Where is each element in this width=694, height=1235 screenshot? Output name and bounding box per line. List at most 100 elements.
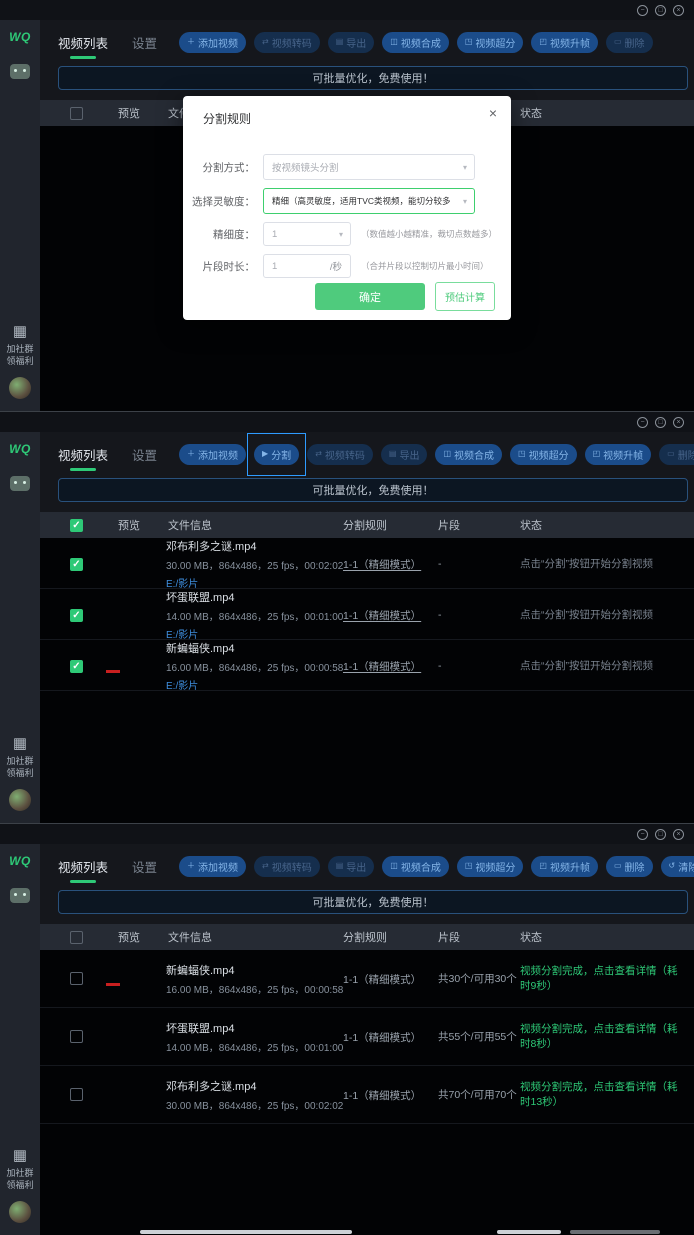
header-segments: 片段 xyxy=(438,517,520,533)
app-window-2: − □ × WQ ▦ 加社群领福利 视频列表 设置 ＋添加视频 ▶分割 ⇄视频转… xyxy=(0,411,694,823)
video-superres-button[interactable]: ◳视频超分 xyxy=(457,856,524,877)
transcode-button[interactable]: ⇄视频转码 xyxy=(307,444,373,465)
video-upframe-button[interactable]: ◰视频升帧 xyxy=(531,856,598,877)
delete-button[interactable]: ▭删除 xyxy=(659,444,694,465)
maximize-icon[interactable]: □ xyxy=(655,5,666,16)
video-upframe-button[interactable]: ◰视频升帧 xyxy=(531,32,598,53)
row-checkbox[interactable]: ✓ xyxy=(70,558,83,571)
robot-icon[interactable] xyxy=(10,64,30,79)
header-preview: 预览 xyxy=(102,929,166,945)
table-row[interactable]: ✓ 新蝙蝠侠.mp4 16.00 MB，864x486，25 fps，00:00… xyxy=(40,640,694,691)
select-all-checkbox[interactable] xyxy=(70,107,83,120)
qr-code-icon[interactable]: ▦ xyxy=(13,1148,27,1163)
qr-code-icon[interactable]: ▦ xyxy=(13,736,27,751)
table-row[interactable]: 新蝙蝠侠.mp4 16.00 MB，864x486，25 fps，00:00:5… xyxy=(40,950,694,1008)
table-row[interactable]: 坏蛋联盟.mp4 14.00 MB，864x486，25 fps，00:01:0… xyxy=(40,1008,694,1066)
video-compose-button[interactable]: ◫视频合成 xyxy=(382,856,449,877)
clear-records-button[interactable]: ↺清除所有记录 xyxy=(661,856,694,877)
video-upframe-button[interactable]: ◰视频升帧 xyxy=(585,444,652,465)
maximize-icon[interactable]: □ xyxy=(655,829,666,840)
tab-video-list[interactable]: 视频列表 xyxy=(58,33,108,52)
table-row[interactable]: ✓ 邓布利多之谜.mp4 30.00 MB，864x486，25 fps，00:… xyxy=(40,538,694,589)
community-label[interactable]: 加社群领福利 xyxy=(6,755,33,779)
split-button[interactable]: ▶分割 xyxy=(254,444,299,465)
split-method-select[interactable]: 按视频镜头分割 ▾ xyxy=(263,154,475,180)
export-button[interactable]: ▤导出 xyxy=(328,856,375,877)
estimate-button[interactable]: 预估计算 xyxy=(435,282,495,311)
row-checkbox[interactable] xyxy=(70,1030,83,1043)
promo-banner: 可批量优化，免费使用！ xyxy=(58,890,688,914)
split-rule-link[interactable]: 1-1（精细模式） xyxy=(343,661,421,673)
video-superres-button[interactable]: ◳视频超分 xyxy=(457,32,524,53)
close-icon[interactable]: × xyxy=(673,5,684,16)
segment-duration-input[interactable]: 1 /秒 xyxy=(263,254,351,278)
select-all-checkbox[interactable]: ✓ xyxy=(70,519,83,532)
split-rule-link[interactable]: 1-1（精细模式） xyxy=(343,610,421,622)
sidebar: WQ ▦ 加社群领福利 xyxy=(0,844,40,1235)
table-row[interactable]: ✓ 坏蛋联盟.mp4 14.00 MB，864x486，25 fps，00:01… xyxy=(40,589,694,640)
video-compose-button[interactable]: ◫视频合成 xyxy=(382,32,449,53)
video-compose-button[interactable]: ◫视频合成 xyxy=(435,444,502,465)
confirm-button[interactable]: 确定 xyxy=(315,283,425,310)
community-label[interactable]: 加社群领福利 xyxy=(6,1167,33,1191)
add-video-button[interactable]: ＋添加视频 xyxy=(179,856,246,877)
avatar[interactable] xyxy=(9,1201,31,1223)
tab-video-list[interactable]: 视频列表 xyxy=(58,857,108,876)
tab-settings[interactable]: 设置 xyxy=(132,857,157,876)
tab-video-list[interactable]: 视频列表 xyxy=(58,445,108,464)
tab-settings[interactable]: 设置 xyxy=(132,33,157,52)
transcode-button[interactable]: ⇄视频转码 xyxy=(254,32,320,53)
file-path-link[interactable]: E:/影片 xyxy=(166,626,343,641)
close-icon[interactable]: × xyxy=(673,417,684,428)
dialog-title: 分割规则 xyxy=(203,110,251,127)
trash-icon: ▭ xyxy=(614,38,622,46)
delete-button[interactable]: ▭删除 xyxy=(606,32,653,53)
tab-settings[interactable]: 设置 xyxy=(132,445,157,464)
row-checkbox[interactable]: ✓ xyxy=(70,660,83,673)
row-checkbox[interactable] xyxy=(70,972,83,985)
export-icon: ▤ xyxy=(336,38,344,46)
video-superres-button[interactable]: ◳视频超分 xyxy=(510,444,577,465)
close-icon[interactable]: × xyxy=(673,829,684,840)
header-preview: 预览 xyxy=(102,517,166,533)
avatar[interactable] xyxy=(9,789,31,811)
promo-banner: 可批量优化，免费使用！ xyxy=(58,478,688,502)
video-table: ✓ 邓布利多之谜.mp4 30.00 MB，864x486，25 fps，00:… xyxy=(40,538,694,823)
qr-code-icon[interactable]: ▦ xyxy=(13,324,27,339)
status-text[interactable]: 视频分割完成，点击查看详情（耗时13秒） xyxy=(520,1080,686,1109)
maximize-icon[interactable]: □ xyxy=(655,417,666,428)
dialog-close-icon[interactable]: × xyxy=(489,105,497,121)
add-video-button[interactable]: ＋添加视频 xyxy=(179,32,246,53)
file-name: 坏蛋联盟.mp4 xyxy=(166,589,343,605)
segments-cell: 共70个/可用70个 xyxy=(438,1087,520,1102)
transcode-button[interactable]: ⇄视频转码 xyxy=(254,856,320,877)
chevron-down-icon: ▾ xyxy=(463,163,467,172)
status-text[interactable]: 视频分割完成，点击查看详情（耗时9秒） xyxy=(520,964,686,993)
export-button[interactable]: ▤导出 xyxy=(381,444,428,465)
split-rule-text: 1-1（精细模式） xyxy=(343,974,421,986)
file-path-link[interactable]: E:/影片 xyxy=(166,677,343,692)
delete-button[interactable]: ▭删除 xyxy=(606,856,653,877)
add-video-button[interactable]: ＋添加视频 xyxy=(179,444,246,465)
split-rule-link[interactable]: 1-1（精细模式） xyxy=(343,559,421,571)
robot-icon[interactable] xyxy=(10,888,30,903)
export-button[interactable]: ▤导出 xyxy=(328,32,375,53)
fineness-select[interactable]: 1 ▾ xyxy=(263,222,351,246)
file-path-link[interactable]: E:/影片 xyxy=(166,575,343,590)
robot-icon[interactable] xyxy=(10,476,30,491)
avatar[interactable] xyxy=(9,377,31,399)
community-label[interactable]: 加社群领福利 xyxy=(6,343,33,367)
sensitivity-select[interactable]: 精细（高灵敏度，适用TVC类视频，能切分较多） ▾ xyxy=(263,188,475,214)
status-text[interactable]: 视频分割完成，点击查看详情（耗时8秒） xyxy=(520,1022,686,1051)
select-all-checkbox[interactable] xyxy=(70,931,83,944)
row-checkbox[interactable] xyxy=(70,1088,83,1101)
split-rule-text: 1-1（精细模式） xyxy=(343,1032,421,1044)
segments-cell: 共55个/可用55个 xyxy=(438,1029,520,1044)
minimize-icon[interactable]: − xyxy=(637,829,648,840)
minimize-icon[interactable]: − xyxy=(637,417,648,428)
sensitivity-label: 选择灵敏度： xyxy=(183,194,255,209)
row-checkbox[interactable]: ✓ xyxy=(70,609,83,622)
minimize-icon[interactable]: − xyxy=(637,5,648,16)
table-row[interactable]: 邓布利多之谜.mp4 30.00 MB，864x486，25 fps，00:02… xyxy=(40,1066,694,1124)
compose-icon: ◫ xyxy=(443,450,451,458)
